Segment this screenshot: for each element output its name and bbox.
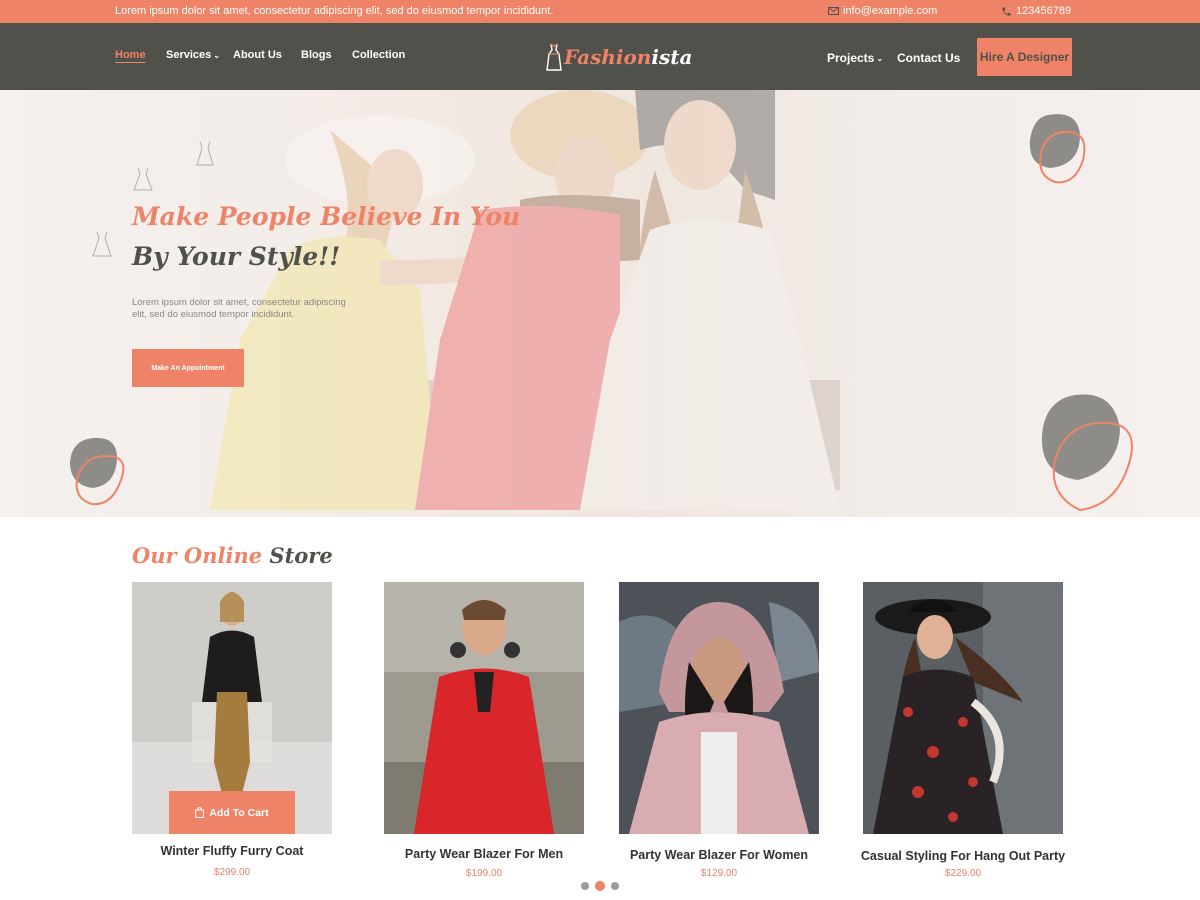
phone-text: 123456789 — [1016, 5, 1072, 17]
product-price: $299.00 — [213, 867, 251, 878]
hero-description: Lorem ipsum dolor sit amet, consectetur … — [132, 297, 346, 321]
logo-text: Fashionista — [564, 45, 692, 69]
make-appointment-button[interactable]: Make An Appointment — [132, 349, 244, 387]
carousel-pagination — [581, 881, 619, 891]
product-card[interactable]: Casual Styling For Hang Out Party $229.0… — [861, 582, 1065, 879]
add-to-cart-label: Add To Cart — [209, 806, 269, 819]
promo-text: Lorem ipsum dolor sit amet, consectetur … — [115, 5, 554, 17]
product-price: $229.00 — [944, 868, 982, 879]
hero-heading-line-2: By Your Style!! — [132, 242, 341, 271]
nav-projects[interactable]: Projects ⌄ — [827, 51, 883, 65]
nav-projects-label: Projects — [827, 51, 875, 65]
carousel-dot[interactable] — [581, 882, 589, 890]
product-name[interactable]: Party Wear Blazer For Women — [599, 848, 839, 862]
product-image[interactable]: Add To Cart — [132, 582, 332, 834]
nav-services-label: Services — [166, 49, 212, 61]
product-name[interactable]: Party Wear Blazer For Men — [364, 847, 604, 861]
product-photo-men-blazer — [384, 582, 584, 834]
chevron-down-icon: ⌄ — [876, 53, 884, 63]
email-text: info@example.com — [843, 5, 938, 17]
nav-services[interactable]: Services ⌄ — [166, 49, 220, 61]
store-section-title: Our Online Store — [132, 543, 333, 568]
phone-icon — [1002, 6, 1011, 16]
dress-icon — [546, 43, 562, 71]
nav-contact[interactable]: Contact Us — [897, 51, 960, 65]
logo-part-1: Fashion — [564, 45, 652, 69]
nav-blogs[interactable]: Blogs — [301, 49, 332, 61]
chevron-down-icon: ⌄ — [213, 50, 220, 60]
store-title-part-1: Our Online — [132, 543, 263, 568]
carousel-dot-active[interactable] — [595, 881, 605, 891]
nav-collection[interactable]: Collection — [352, 49, 405, 61]
product-photo-women-blazer — [619, 582, 819, 834]
product-card[interactable]: Party Wear Blazer For Men $199.00 — [384, 582, 584, 879]
envelope-icon — [828, 7, 839, 15]
logo-part-2: ista — [651, 45, 693, 69]
shopping-bag-icon — [195, 807, 205, 818]
nav-about[interactable]: About Us — [233, 49, 282, 61]
main-navbar: Home Services ⌄ About Us Blogs Collectio… — [0, 23, 1200, 90]
product-card[interactable]: Party Wear Blazer For Women $129.00 — [619, 582, 819, 879]
nav-home[interactable]: Home — [115, 49, 146, 61]
site-logo[interactable]: Fashionista — [546, 40, 692, 74]
add-to-cart-button[interactable]: Add To Cart — [169, 791, 295, 834]
product-price: $199.00 — [465, 868, 503, 879]
product-name[interactable]: Casual Styling For Hang Out Party — [843, 849, 1083, 863]
carousel-dot[interactable] — [611, 882, 619, 890]
top-info-bar: Lorem ipsum dolor sit amet, consectetur … — [0, 0, 1200, 23]
product-price: $129.00 — [700, 868, 738, 879]
product-photo-casual-party — [863, 582, 1063, 834]
hero-heading-line-1: Make People Believe In You — [132, 202, 521, 231]
product-name[interactable]: Winter Fluffy Furry Coat — [112, 844, 352, 858]
hero-banner: Make People Believe In You By Your Style… — [0, 90, 1200, 517]
store-title-part-2: Store — [269, 543, 333, 568]
phone-contact[interactable]: 123456789 — [1001, 5, 1071, 17]
product-image[interactable] — [863, 582, 1063, 834]
product-card[interactable]: Add To Cart Winter Fluffy Furry Coat $29… — [132, 582, 332, 878]
product-image[interactable] — [619, 582, 819, 834]
hire-designer-button[interactable]: Hire A Designer — [977, 38, 1072, 76]
email-contact[interactable]: info@example.com — [828, 5, 937, 17]
product-image[interactable] — [384, 582, 584, 834]
